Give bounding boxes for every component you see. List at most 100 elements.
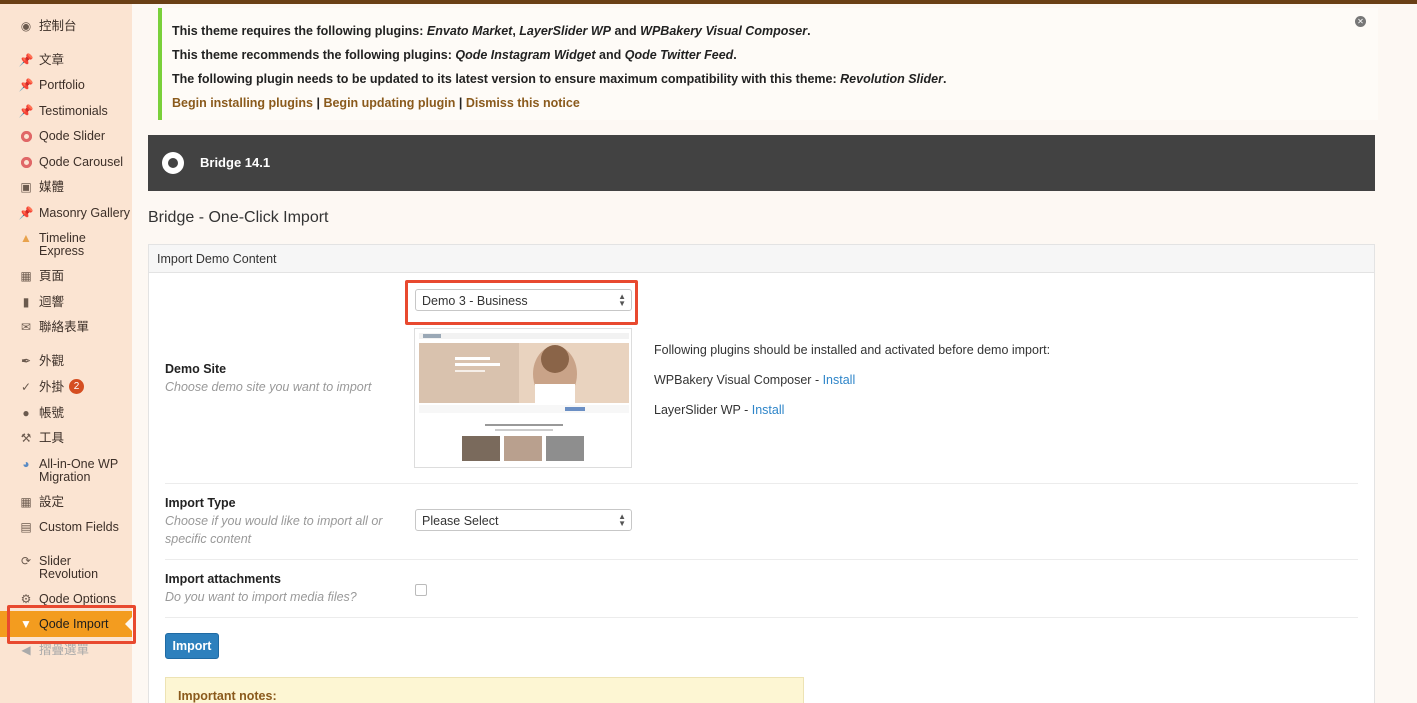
select-arrows-icon: ▲ ▼: [618, 512, 626, 528]
sidebar-item-all-in-one-migration[interactable]: ◕ All-in-One WP Migration: [0, 456, 132, 484]
dashboard-icon: ◉: [20, 19, 32, 33]
sidebar-item-timeline-express[interactable]: ▲ Timeline Express: [0, 230, 132, 258]
import-button[interactable]: Import: [165, 633, 219, 659]
import-type-label: Import Type: [165, 496, 236, 510]
plugins-intro-text: Following plugins should be installed an…: [654, 343, 1051, 357]
sidebar-item-settings[interactable]: ▦ 設定: [0, 494, 132, 510]
plugin-notice: This theme requires the following plugin…: [158, 8, 1378, 120]
admin-sidebar: ◉ 控制台 📌 文章 📌 Portfolio 📌 Testimonials Qo…: [0, 4, 132, 703]
demo-preview-image: [414, 328, 632, 468]
import-type-desc: Choose if you would like to import all o…: [165, 514, 383, 546]
migration-icon: ◕: [22, 457, 30, 471]
pin-icon: 📌: [18, 53, 34, 67]
page-title: Bridge - One-Click Import: [148, 209, 329, 226]
fields-icon: ▤: [20, 520, 32, 534]
begin-updating-plugin-link[interactable]: Begin updating plugin: [323, 96, 455, 110]
notice-line-update: The following plugin needs to be updated…: [172, 72, 947, 86]
demo-site-desc: Choose demo site you want to import: [165, 380, 372, 394]
install-link[interactable]: Install: [752, 403, 785, 417]
page-icon: ▦: [20, 269, 32, 283]
sidebar-item-plugins[interactable]: ✓ 外掛 2: [0, 379, 132, 395]
sidebar-item-portfolio[interactable]: 📌 Portfolio: [0, 77, 132, 93]
ring-icon: [18, 128, 34, 144]
sidebar-item-label: Custom Fields: [39, 520, 119, 534]
sidebar-item-slider-revolution[interactable]: ⟳ Slider Revolution: [0, 553, 132, 581]
sidebar-item-label: Qode Slider: [39, 129, 106, 143]
sidebar-item-appearance[interactable]: ✒ 外觀: [0, 353, 132, 369]
settings-icon: ▦: [20, 495, 32, 509]
sidebar-item-qode-slider[interactable]: Qode Slider: [0, 128, 132, 144]
begin-installing-plugins-link[interactable]: Begin installing plugins: [172, 96, 313, 110]
sidebar-item-label: 外觀: [39, 354, 65, 368]
sidebar-item-dashboard[interactable]: ◉ 控制台: [0, 18, 132, 34]
collapse-icon: ◀: [21, 643, 31, 657]
highlight-box-qode-import: [7, 605, 136, 644]
sidebar-item-contact-form[interactable]: ✉ 聯絡表單: [0, 319, 132, 335]
wrench-icon: ⚒: [20, 431, 32, 445]
notice-line-required: This theme requires the following plugin…: [172, 24, 811, 38]
import-attachments-desc: Do you want to import media files?: [165, 590, 357, 604]
plugin-name: WPBakery Visual Composer -: [654, 373, 823, 387]
import-panel: Import Demo Content Demo Site Choose dem…: [148, 244, 1375, 703]
sidebar-item-comments[interactable]: ▮ 迴響: [0, 294, 132, 310]
sidebar-item-label: 文章: [39, 53, 65, 67]
sidebar-item-label: Slider Revolution: [39, 554, 99, 581]
sidebar-item-label: All-in-One WP Migration: [39, 457, 118, 484]
sidebar-item-label: 控制台: [39, 19, 77, 33]
sidebar-item-label: 聯絡表單: [39, 320, 90, 334]
panel-heading: Import Demo Content: [149, 245, 1374, 273]
dismiss-notice-link[interactable]: Dismiss this notice: [466, 96, 580, 110]
sidebar-item-label: Portfolio: [39, 78, 85, 92]
sidebar-item-label: 外掛: [39, 380, 65, 394]
user-icon: ●: [22, 406, 30, 420]
sidebar-item-label: Qode Options: [39, 592, 117, 606]
comment-icon: ▮: [22, 295, 30, 309]
brush-icon: ✒: [20, 354, 32, 368]
demo-site-label: Demo Site: [165, 362, 227, 376]
pin-icon: 📌: [18, 104, 34, 118]
sidebar-item-pages[interactable]: ▦ 頁面: [0, 268, 132, 284]
install-link[interactable]: Install: [823, 373, 856, 387]
import-attachments-label: Import attachments: [165, 572, 281, 586]
pin-icon: 📌: [18, 78, 34, 92]
sidebar-item-qode-carousel[interactable]: Qode Carousel: [0, 154, 132, 170]
refresh-icon: ⟳: [20, 554, 32, 568]
important-notes-title: Important notes:: [178, 689, 277, 703]
important-notes-box: Important notes:: [165, 677, 804, 703]
admin-top-bar: [0, 0, 1417, 4]
sidebar-item-label: Testimonials: [39, 104, 108, 118]
sidebar-item-collapse-menu[interactable]: ◀ 摺疊選單: [0, 642, 132, 658]
sidebar-item-label: 頁面: [39, 269, 65, 283]
sidebar-item-label: 工具: [39, 431, 65, 445]
sidebar-item-users[interactable]: ● 帳號: [0, 405, 132, 421]
plugin-icon: ✓: [20, 380, 32, 394]
notice-line-recommended: This theme recommends the following plug…: [172, 48, 737, 62]
theme-version-title: Bridge 14.1: [200, 155, 271, 170]
sidebar-item-masonry-gallery[interactable]: 📌 Masonry Gallery: [0, 205, 132, 221]
import-type-select[interactable]: Please Select ▲ ▼: [415, 509, 632, 531]
pin-icon: 📌: [18, 206, 34, 220]
sidebar-item-media[interactable]: ▣ 媒體: [0, 179, 132, 195]
highlight-box-demo-select: [405, 280, 638, 325]
sidebar-item-label: 摺疊選單: [39, 643, 90, 657]
timeline-icon: ▲: [20, 231, 32, 245]
sidebar-item-custom-fields[interactable]: ▤ Custom Fields: [0, 519, 132, 535]
sidebar-item-posts[interactable]: 📌 文章: [0, 52, 132, 68]
sidebar-item-label: 迴響: [39, 295, 65, 309]
sidebar-item-label: Qode Carousel: [39, 155, 124, 169]
row-divider: [165, 559, 1358, 560]
import-attachments-checkbox[interactable]: [415, 584, 427, 596]
plugin-requirement-row: WPBakery Visual Composer - Install: [654, 373, 855, 387]
plugin-name: LayerSlider WP -: [654, 403, 752, 417]
row-divider: [165, 617, 1358, 618]
sidebar-item-label: 設定: [39, 495, 65, 509]
row-divider: [165, 483, 1358, 484]
sidebar-item-label: Masonry Gallery: [39, 206, 130, 220]
plugin-requirement-row: LayerSlider WP - Install: [654, 403, 784, 417]
sidebar-item-label: 帳號: [39, 406, 65, 420]
import-type-selected-value: Please Select: [422, 514, 499, 528]
sidebar-item-testimonials[interactable]: 📌 Testimonials: [0, 103, 132, 119]
close-icon[interactable]: ✕: [1355, 16, 1366, 27]
qode-logo-icon: [162, 152, 184, 174]
sidebar-item-tools[interactable]: ⚒ 工具: [0, 430, 132, 446]
